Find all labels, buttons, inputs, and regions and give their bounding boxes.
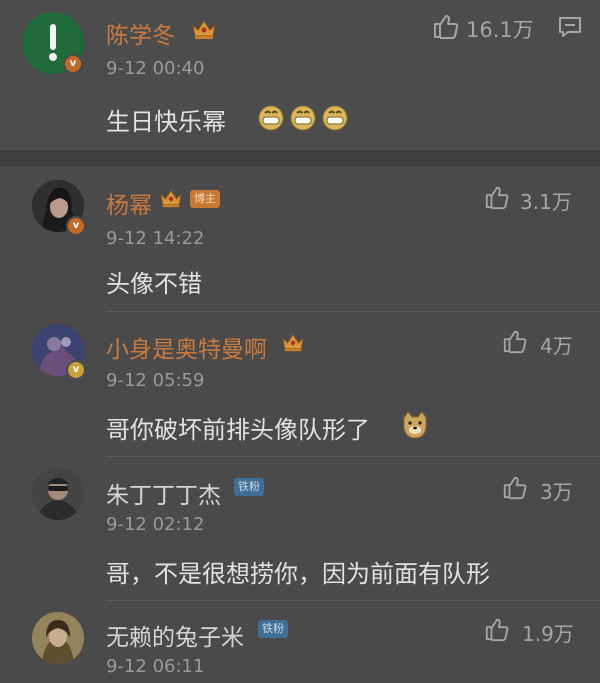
username[interactable]: 无赖的兔子米 — [106, 618, 244, 652]
comment-text: 哥，不是很想捞你，因为前面有队形 — [106, 560, 490, 588]
thumbs-up-icon[interactable] — [502, 474, 528, 500]
verified-badge-icon: v — [66, 360, 86, 380]
avatar[interactable] — [32, 468, 84, 520]
grin-emoji-icon — [258, 105, 348, 131]
like-count: 1.9万 — [522, 622, 574, 646]
section-divider — [0, 150, 600, 166]
fan-tag: 铁粉 — [234, 478, 264, 496]
timestamp: 9-12 00:40 — [106, 58, 205, 79]
like-count: 16.1万 — [466, 18, 534, 42]
author-tag: 博主 — [190, 190, 220, 208]
reply-separator — [106, 456, 600, 457]
main-comment: v 陈学冬 9-12 00:40 生日快乐幂 16.1万 — [0, 0, 600, 150]
thumbs-up-icon[interactable] — [502, 328, 528, 354]
like-count: 3万 — [540, 480, 573, 504]
comment-icon[interactable] — [557, 14, 583, 40]
avatar-photo-icon — [32, 468, 84, 520]
reply-separator — [106, 311, 600, 312]
timestamp: 9-12 05:59 — [106, 370, 205, 391]
username[interactable]: 朱丁丁丁杰 — [106, 476, 221, 510]
reply-separator — [106, 600, 600, 601]
comment-text: 头像不错 — [106, 270, 202, 298]
crown-icon — [160, 189, 182, 208]
thumbs-up-icon[interactable] — [484, 616, 510, 642]
timestamp: 9-12 02:12 — [106, 514, 205, 535]
like-count: 3.1万 — [520, 190, 572, 214]
crown-icon — [192, 20, 216, 39]
crown-icon — [282, 333, 304, 352]
timestamp: 9-12 06:11 — [106, 656, 205, 677]
like-count: 4万 — [540, 334, 573, 358]
fan-tag: 铁粉 — [258, 620, 288, 638]
username[interactable]: 陈学冬 — [106, 16, 175, 50]
timestamp: 9-12 14:22 — [106, 228, 205, 249]
comment-text: 生日快乐幂 — [106, 108, 226, 136]
comment-text: 哥你破坏前排头像队形了 — [106, 416, 370, 444]
username[interactable]: 杨幂 — [106, 186, 152, 220]
thumbs-up-icon[interactable] — [432, 12, 460, 40]
doge-emoji-icon — [403, 411, 427, 439]
avatar[interactable] — [32, 612, 84, 664]
verified-badge-icon: v — [63, 54, 83, 74]
verified-badge-icon: v — [66, 216, 86, 236]
avatar-photo-icon — [32, 612, 84, 664]
reply-list: v 杨幂 博主 9-12 14:22 头像不错 3.1万 v 小身是奥特曼啊 9… — [0, 166, 600, 683]
username[interactable]: 小身是奥特曼啊 — [106, 330, 267, 364]
thumbs-up-icon[interactable] — [484, 184, 510, 210]
